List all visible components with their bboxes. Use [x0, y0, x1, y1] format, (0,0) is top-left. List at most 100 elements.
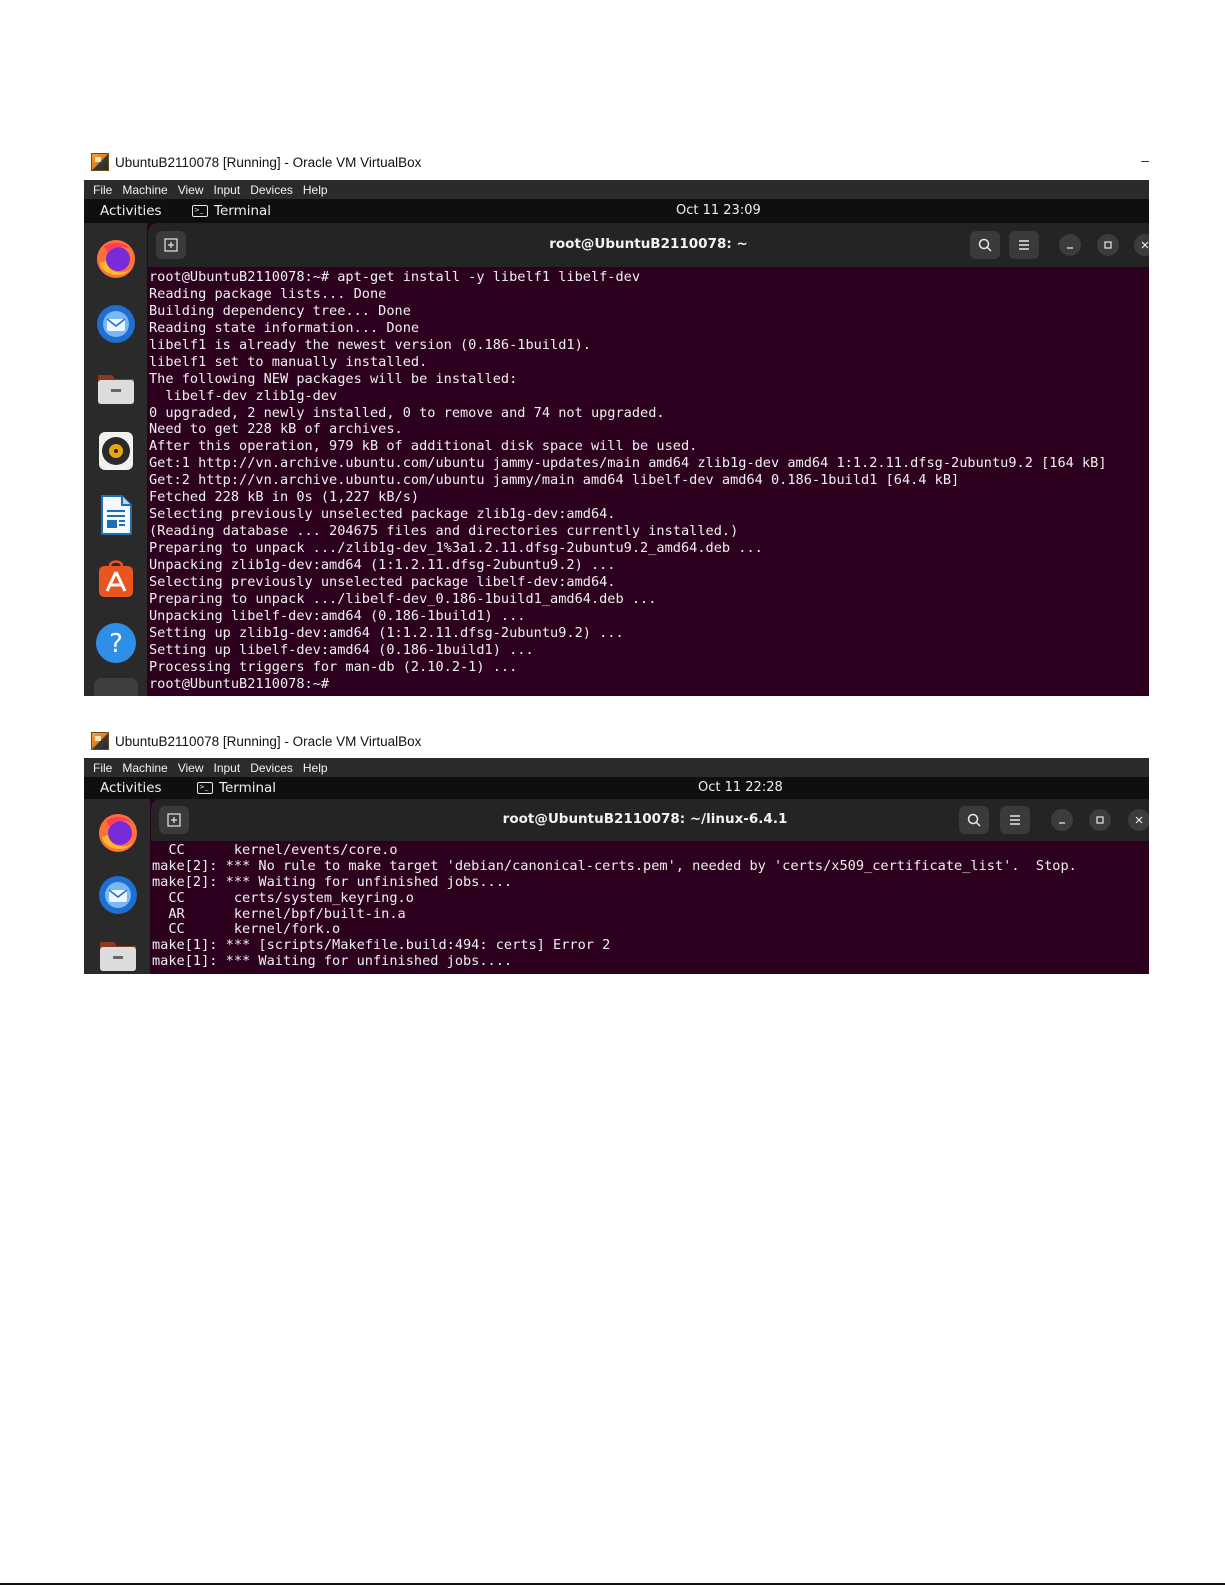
- close-button[interactable]: [1134, 234, 1149, 256]
- menu-file[interactable]: File: [93, 183, 112, 197]
- terminal-title: root@UbuntuB2110078: ~/linux-6.4.1: [502, 811, 788, 827]
- firefox-icon[interactable]: [96, 811, 140, 855]
- terminal-output[interactable]: CC kernel/events/core.o make[2]: *** No r…: [152, 842, 1149, 970]
- terminal-line: Need to get 228 kB of archives.: [149, 421, 403, 438]
- app-menu-terminal[interactable]: >_ Terminal: [192, 203, 271, 219]
- terminal-line: Selecting previously unselected package …: [149, 506, 616, 523]
- gnome-top-bar: Activities >_ Terminal Oct 11 23:09: [84, 199, 1149, 223]
- activities-button[interactable]: Activities: [100, 780, 162, 796]
- terminal-line: make[2]: *** Waiting for unfinished jobs…: [152, 873, 513, 890]
- app-menu-terminal[interactable]: >_ Terminal: [197, 780, 276, 796]
- terminal-line: Building dependency tree... Done: [149, 302, 411, 319]
- terminal-window: root@UbuntuB2110078: ~ root@UbuntuB21100…: [148, 223, 1149, 696]
- app-menu-label: Terminal: [219, 780, 277, 796]
- terminal-line: root@UbuntuB2110078:~# apt-get install -…: [149, 269, 641, 285]
- menu-button[interactable]: [1009, 231, 1039, 259]
- clock[interactable]: Oct 11 22:28: [698, 780, 783, 795]
- terminal-line: libelf1 set to manually installed.: [149, 353, 428, 370]
- terminal-line: make[1]: *** [scripts/Makefile.build:494…: [152, 937, 611, 954]
- menu-view[interactable]: View: [178, 761, 204, 775]
- vm-display[interactable]: File Machine View Input Devices Help Act…: [84, 180, 1149, 696]
- close-button[interactable]: [1128, 809, 1149, 831]
- terminal-line: CC certs/system_keyring.o: [152, 889, 414, 906]
- dock: [84, 799, 150, 974]
- hamburger-icon: [1010, 815, 1020, 825]
- terminal-line: (Reading database ... 204675 files and d…: [149, 523, 739, 540]
- terminal-headerbar: root@UbuntuB2110078: ~: [148, 223, 1149, 267]
- terminal-output[interactable]: root@UbuntuB2110078:~# apt-get install -…: [149, 269, 1149, 692]
- thunderbird-icon[interactable]: [94, 301, 138, 345]
- help-icon[interactable]: ?: [94, 621, 138, 665]
- search-icon: [978, 238, 992, 252]
- app-menu-label: Terminal: [214, 203, 272, 219]
- activities-button[interactable]: Activities: [100, 203, 162, 219]
- menu-input[interactable]: Input: [214, 761, 241, 775]
- terminal-line: Selecting previously unselected package …: [149, 573, 616, 590]
- virtualbox-title: UbuntuB2110078 [Running] - Oracle VM Vir…: [115, 733, 422, 749]
- terminal-line: make[2]: *** No rule to make target 'deb…: [152, 857, 1077, 874]
- menu-machine[interactable]: Machine: [122, 183, 167, 197]
- files-icon[interactable]: [94, 365, 138, 409]
- menu-devices[interactable]: Devices: [250, 183, 293, 197]
- maximize-button[interactable]: [1097, 234, 1119, 256]
- clock[interactable]: Oct 11 23:09: [676, 203, 761, 218]
- search-button[interactable]: [959, 806, 989, 834]
- maximize-icon: [1096, 816, 1104, 824]
- maximize-button[interactable]: [1089, 809, 1111, 831]
- terminal-line: libelf-dev zlib1g-dev: [149, 387, 338, 404]
- minimize-button[interactable]: [1059, 234, 1081, 256]
- close-icon: [1141, 241, 1149, 249]
- hamburger-icon: [1019, 240, 1029, 250]
- terminal-line: Preparing to unpack .../libelf-dev_0.186…: [149, 590, 657, 607]
- virtualbox-titlebar: UbuntuB2110078 [Running] - Oracle VM Vir…: [91, 150, 421, 174]
- menu-machine[interactable]: Machine: [122, 761, 167, 775]
- terminal-icon: >_: [197, 782, 213, 794]
- menu-devices[interactable]: Devices: [250, 761, 293, 775]
- menu-input[interactable]: Input: [214, 183, 241, 197]
- virtualbox-icon: [91, 153, 109, 171]
- terminal-line: Processing triggers for man-db (2.10.2-1…: [149, 658, 518, 675]
- terminal-line: Unpacking zlib1g-dev:amd64 (1:1.2.11.dfs…: [149, 556, 616, 573]
- terminal-line: Fetched 228 kB in 0s (1,227 kB/s): [149, 489, 420, 506]
- search-icon: [967, 813, 981, 827]
- terminal-line: make[1]: *** Waiting for unfinished jobs…: [152, 953, 513, 970]
- virtualbox-menubar: File Machine View Input Devices Help: [84, 758, 1149, 777]
- search-button[interactable]: [970, 231, 1000, 259]
- minimize-icon: [1059, 822, 1065, 824]
- menu-help[interactable]: Help: [303, 761, 328, 775]
- svg-text:?: ?: [109, 629, 123, 659]
- terminal-line: Reading state information... Done: [149, 319, 420, 336]
- terminal-line: 0 upgraded, 2 newly installed, 0 to remo…: [149, 404, 665, 421]
- rhythmbox-icon[interactable]: [94, 429, 138, 473]
- terminal-line: After this operation, 979 kB of addition…: [149, 438, 698, 455]
- app-center-icon[interactable]: [94, 557, 138, 601]
- libreoffice-writer-icon[interactable]: [94, 493, 138, 537]
- window-minimize-button[interactable]: –: [1141, 152, 1149, 168]
- terminal-line: Setting up zlib1g-dev:amd64 (1:1.2.11.df…: [149, 624, 624, 641]
- show-apps-icon[interactable]: [94, 678, 138, 696]
- menu-view[interactable]: View: [178, 183, 204, 197]
- close-icon: [1135, 816, 1143, 824]
- gnome-top-bar: Activities >_ Terminal Oct 11 22:28: [84, 777, 1149, 799]
- menu-help[interactable]: Help: [303, 183, 328, 197]
- dock: ?: [84, 223, 147, 696]
- terminal-line: libelf1 is already the newest version (0…: [149, 336, 591, 353]
- terminal-line: Get:2 http://vn.archive.ubuntu.com/ubunt…: [149, 472, 960, 489]
- terminal-line: The following NEW packages will be insta…: [149, 370, 518, 387]
- vm-display[interactable]: File Machine View Input Devices Help Act…: [84, 758, 1149, 974]
- terminal-line: Setting up libelf-dev:amd64 (0.186-1buil…: [149, 641, 534, 658]
- terminal-line: Preparing to unpack .../zlib1g-dev_1%3a1…: [149, 540, 763, 556]
- thunderbird-icon[interactable]: [96, 872, 140, 916]
- terminal-line: Unpacking libelf-dev:amd64 (0.186-1build…: [149, 607, 526, 624]
- minimize-icon: [1067, 247, 1073, 249]
- menu-file[interactable]: File: [93, 761, 112, 775]
- firefox-icon[interactable]: [94, 237, 138, 281]
- minimize-button[interactable]: [1051, 809, 1073, 831]
- terminal-line: AR kernel/bpf/built-in.a: [152, 905, 406, 922]
- menu-button[interactable]: [1000, 806, 1030, 834]
- virtualbox-title: UbuntuB2110078 [Running] - Oracle VM Vir…: [115, 154, 422, 170]
- terminal-headerbar: root@UbuntuB2110078: ~/linux-6.4.1: [151, 799, 1149, 841]
- maximize-icon: [1104, 241, 1112, 249]
- virtualbox-menubar: File Machine View Input Devices Help: [84, 180, 1149, 199]
- files-icon[interactable]: [96, 932, 140, 974]
